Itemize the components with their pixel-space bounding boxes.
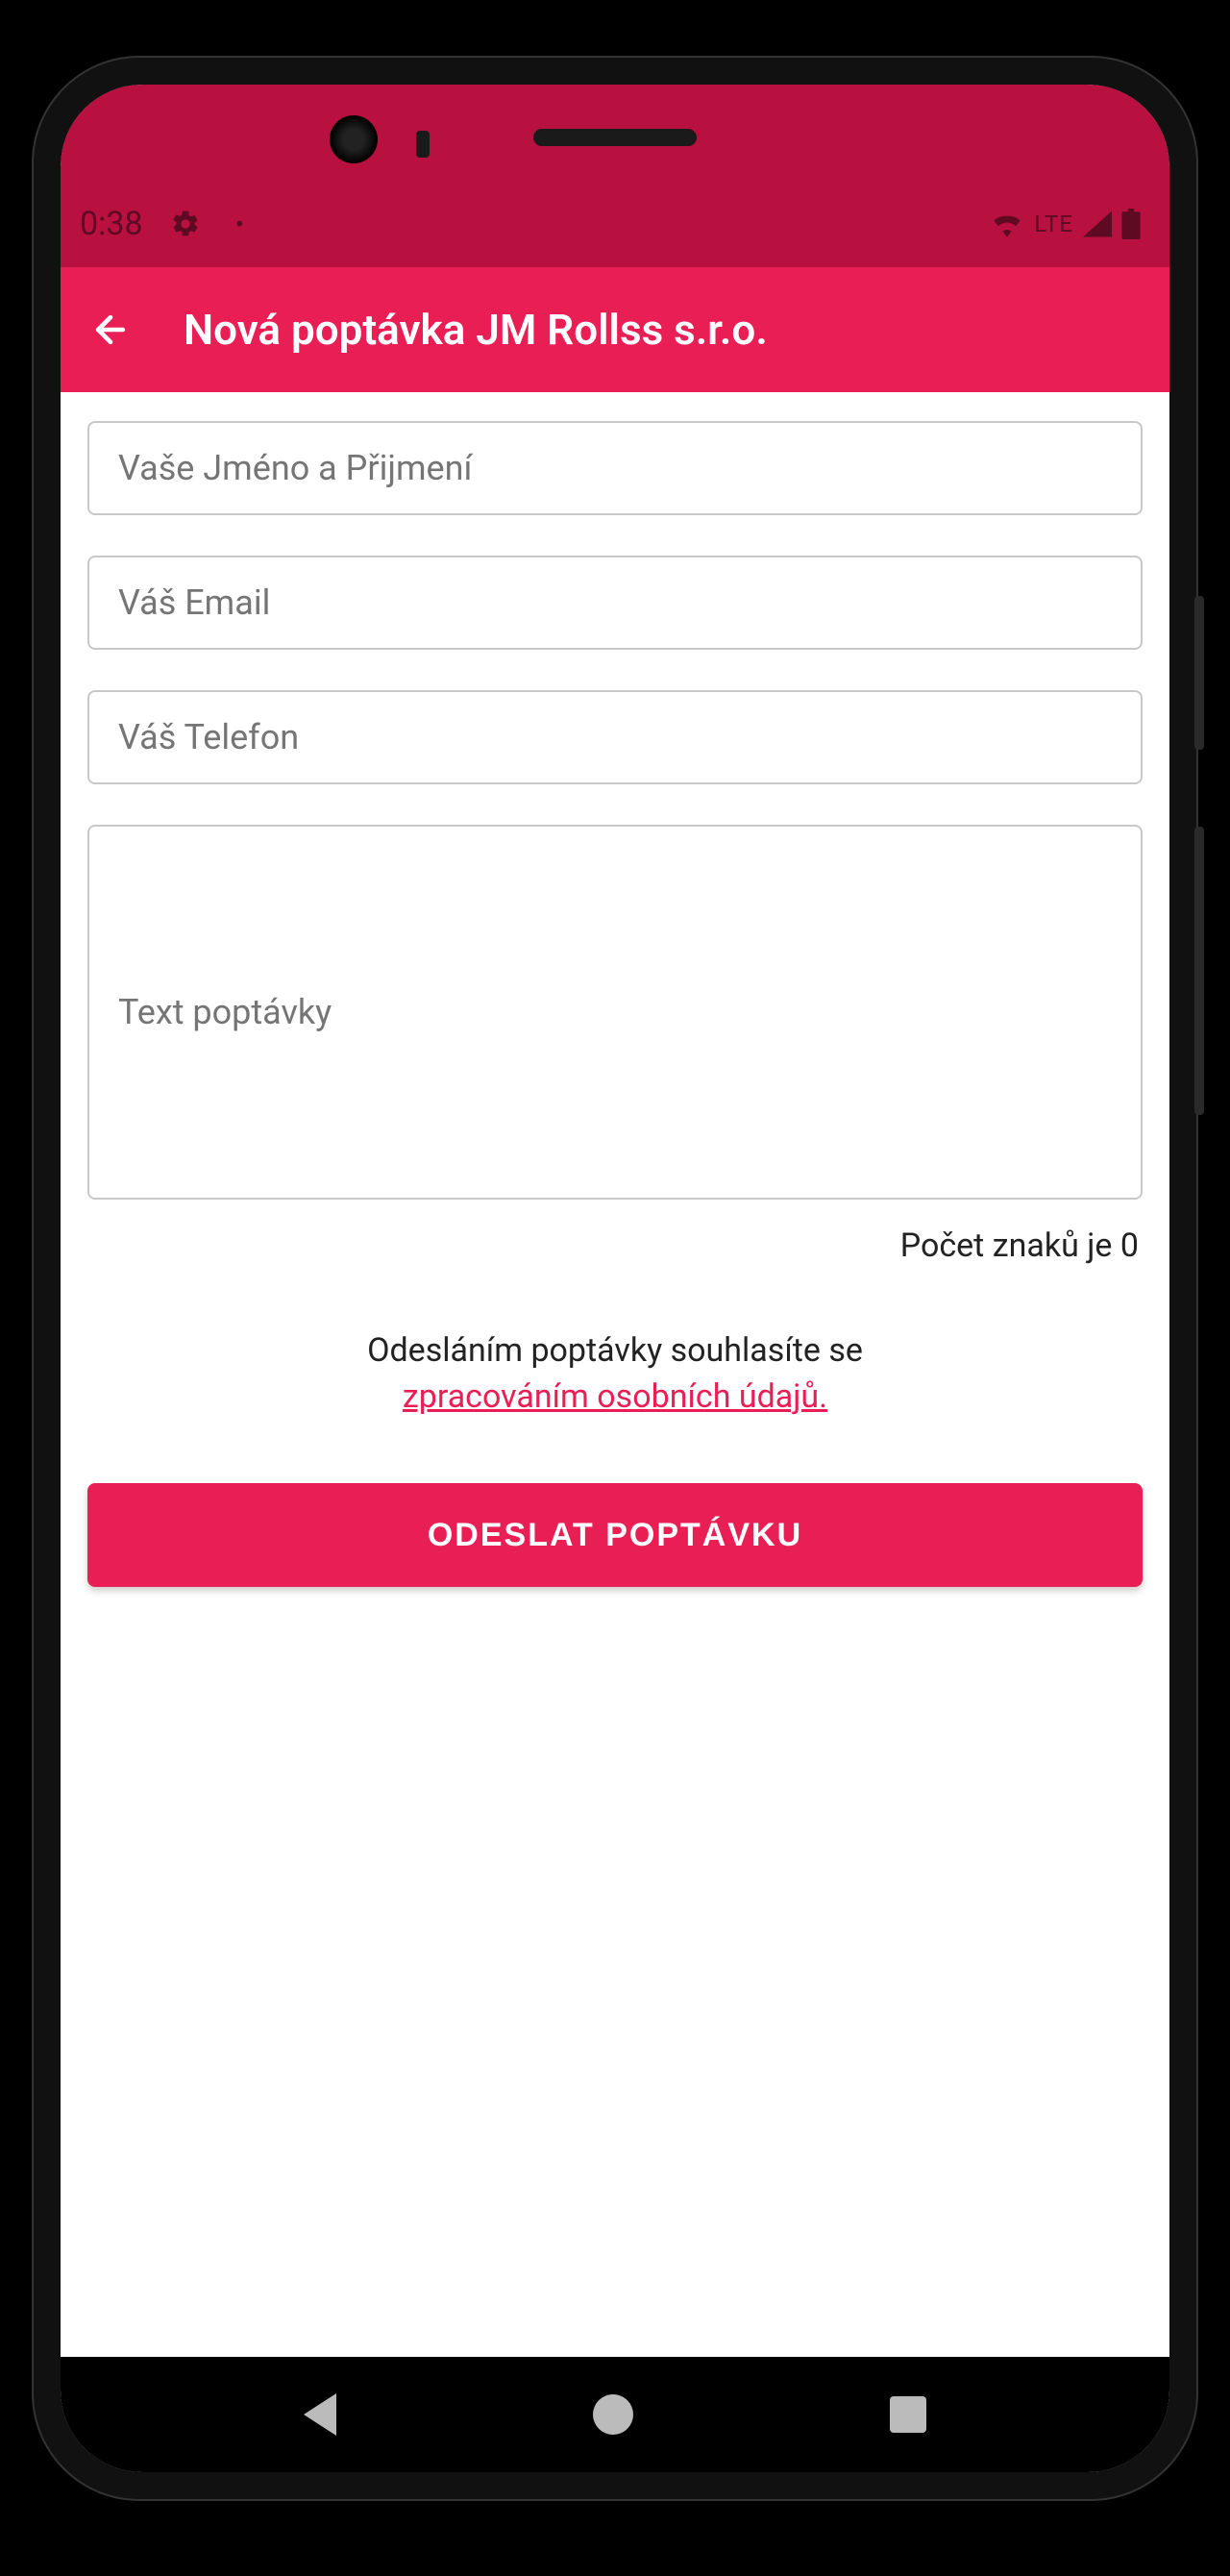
- sensor-icon: [416, 131, 430, 158]
- name-field[interactable]: Vaše Jméno a Přijmení: [87, 421, 1143, 515]
- phone-inner: 0:38 • LTE: [61, 85, 1169, 2472]
- char-count-prefix: Počet znaků je: [900, 1226, 1120, 1265]
- phone-field[interactable]: Váš Telefon: [87, 690, 1143, 784]
- consent-text: Odesláním poptávky souhlasíte se: [367, 1331, 863, 1370]
- notification-dot-icon: •: [235, 209, 244, 240]
- speaker-icon: [533, 129, 697, 146]
- phone-placeholder: Váš Telefon: [118, 717, 299, 757]
- char-count: Počet znaků je 0: [87, 1226, 1143, 1265]
- side-button-power: [1194, 596, 1204, 750]
- camera-icon: [330, 115, 378, 163]
- app-bar: Nová poptávka JM Rollss s.r.o.: [61, 267, 1169, 392]
- char-count-value: 0: [1120, 1226, 1139, 1265]
- consent-text-block: Odesláním poptávky souhlasíte se zpracov…: [87, 1328, 1143, 1420]
- status-bar: 0:38 • LTE: [61, 85, 1169, 267]
- nav-back-icon[interactable]: [304, 2393, 336, 2436]
- status-left: 0:38 •: [80, 205, 244, 243]
- back-button[interactable]: [89, 309, 135, 351]
- message-field[interactable]: Text poptávky: [87, 825, 1143, 1200]
- page-title: Nová poptávka JM Rollss s.r.o.: [184, 305, 768, 355]
- screen: 0:38 • LTE: [61, 85, 1169, 2472]
- wifi-icon: [990, 211, 1024, 237]
- form-content: Vaše Jméno a Přijmení Váš Email Váš Tele…: [61, 392, 1169, 2357]
- name-placeholder: Vaše Jméno a Přijmení: [118, 448, 472, 488]
- nav-home-icon[interactable]: [593, 2394, 633, 2435]
- submit-button[interactable]: ODESLAT POPTÁVKU: [87, 1483, 1143, 1587]
- side-button-volume: [1194, 827, 1204, 1115]
- email-field[interactable]: Váš Email: [87, 556, 1143, 650]
- status-time: 0:38: [80, 205, 143, 243]
- lte-label: LTE: [1034, 211, 1073, 237]
- battery-icon: [1121, 209, 1141, 239]
- nav-bar: [61, 2357, 1169, 2472]
- email-placeholder: Váš Email: [118, 582, 270, 623]
- signal-icon: [1083, 211, 1112, 237]
- phone-frame: 0:38 • LTE: [34, 58, 1196, 2499]
- nav-recent-icon[interactable]: [890, 2396, 926, 2433]
- message-placeholder: Text poptávky: [118, 992, 332, 1032]
- status-right: LTE: [990, 209, 1141, 239]
- gear-icon: [170, 209, 201, 239]
- consent-link[interactable]: zpracováním osobních údajů.: [403, 1377, 827, 1416]
